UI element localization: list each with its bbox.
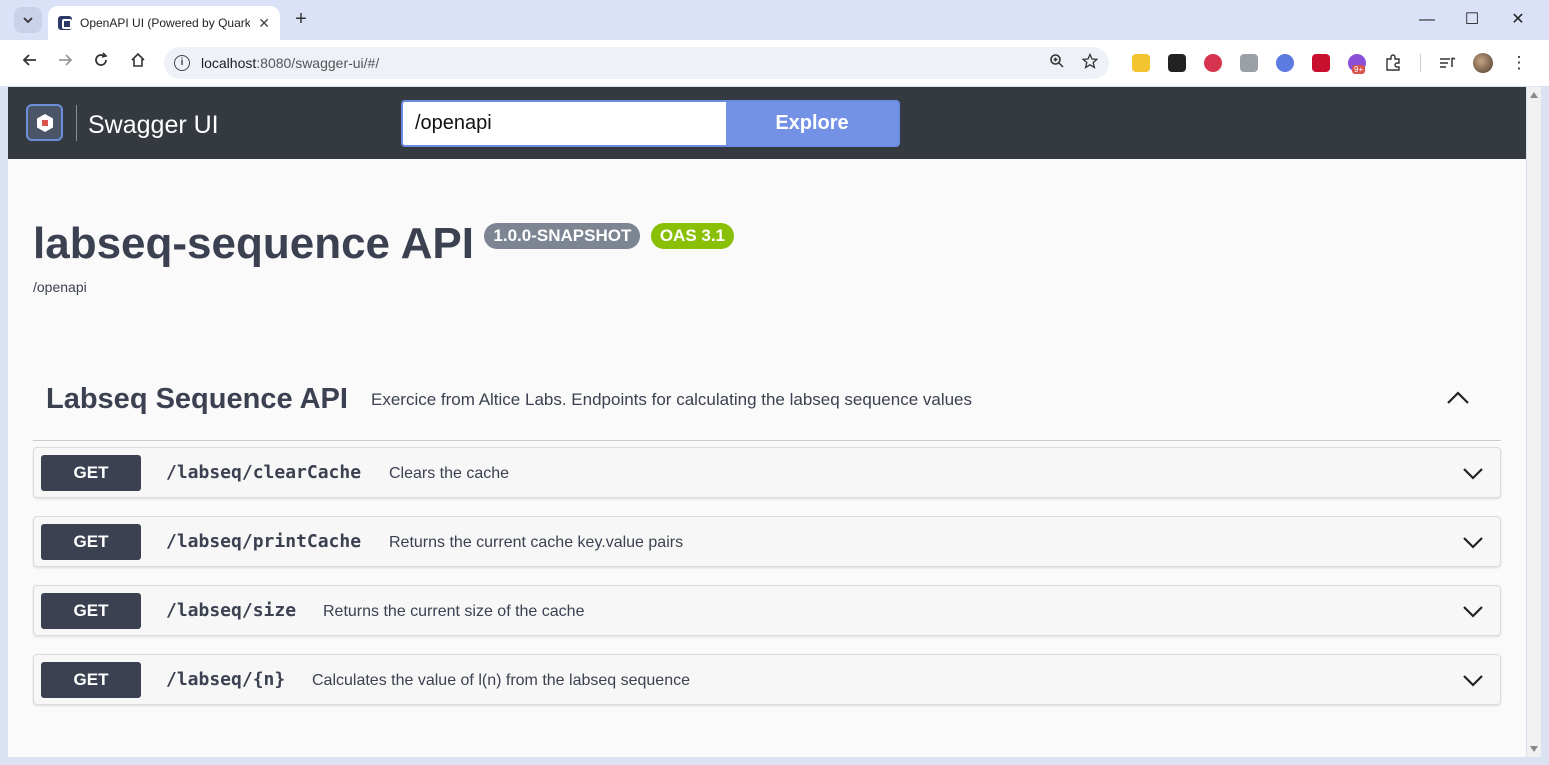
operation-summary: Returns the current size of the cache bbox=[323, 603, 585, 620]
tag-header[interactable]: Labseq Sequence API Exercice from Altice… bbox=[33, 367, 1501, 441]
extension-code-icon[interactable] bbox=[1240, 54, 1258, 72]
extension-badge: 9+ bbox=[1352, 65, 1366, 74]
home-button[interactable] bbox=[125, 50, 151, 76]
logo-divider bbox=[76, 105, 77, 141]
maximize-button[interactable]: ☐ bbox=[1457, 8, 1487, 32]
forward-button[interactable] bbox=[52, 50, 78, 76]
browser-tab[interactable]: OpenAPI UI (Powered by Quarkus) ✕ bbox=[48, 6, 280, 40]
scroll-down-icon[interactable] bbox=[1530, 746, 1538, 752]
home-icon bbox=[131, 52, 145, 67]
tag-name: Labseq Sequence API bbox=[46, 383, 348, 415]
operation-row[interactable]: GET /labseq/{n} Calculates the value of … bbox=[33, 654, 1501, 705]
operation-summary: Returns the current cache key.value pair… bbox=[389, 534, 684, 551]
profile-avatar[interactable] bbox=[1473, 53, 1493, 73]
extension-red-icon[interactable] bbox=[1204, 54, 1222, 72]
swagger-page: Swagger UI Explore labseq-sequence API 1… bbox=[8, 87, 1526, 757]
close-window-button[interactable]: ✕ bbox=[1503, 8, 1533, 32]
tab-title: OpenAPI UI (Powered by Quarkus) bbox=[80, 16, 250, 30]
swagger-topbar: Swagger UI Explore bbox=[8, 87, 1526, 159]
api-title: labseq-sequence API bbox=[33, 219, 474, 268]
browser-toolbar: i localhost:8080/swagger-ui/#/ 9+ ⋮ bbox=[0, 40, 1549, 86]
spec-url-input[interactable] bbox=[403, 102, 726, 145]
chevron-down-icon[interactable] bbox=[1461, 461, 1485, 485]
chevron-down-icon[interactable] bbox=[1461, 599, 1485, 623]
operation-path: /labseq/clearCache bbox=[166, 462, 362, 483]
version-badge: 1.0.0-SNAPSHOT bbox=[484, 223, 641, 249]
tag-description: Exercice from Altice Labs. Endpoints for… bbox=[371, 390, 973, 409]
arrow-right-icon bbox=[59, 54, 73, 66]
address-url: localhost:8080/swagger-ui/#/ bbox=[201, 55, 379, 71]
site-info-icon[interactable]: i bbox=[174, 55, 190, 71]
menu-kebab-icon[interactable]: ⋮ bbox=[1506, 50, 1532, 76]
operation-summary: Calculates the value of l(n) from the la… bbox=[312, 672, 690, 689]
chevron-down-icon bbox=[23, 17, 33, 24]
toolbar-separator bbox=[1420, 54, 1421, 72]
tab-strip: OpenAPI UI (Powered by Quarkus) ✕ + — ☐ … bbox=[0, 0, 1549, 40]
reload-button[interactable] bbox=[88, 50, 114, 76]
api-info: labseq-sequence API 1.0.0-SNAPSHOT OAS 3… bbox=[33, 219, 735, 269]
scroll-up-icon[interactable] bbox=[1530, 92, 1538, 98]
address-bar[interactable]: i localhost:8080/swagger-ui/#/ bbox=[164, 47, 1109, 79]
close-tab-icon[interactable]: ✕ bbox=[258, 15, 270, 32]
extension-dark-icon[interactable] bbox=[1168, 54, 1186, 72]
browser-window: OpenAPI UI (Powered by Quarkus) ✕ + — ☐ … bbox=[0, 0, 1549, 765]
operation-path: /labseq/{n} bbox=[166, 669, 286, 690]
extension-keep-icon[interactable] bbox=[1132, 54, 1150, 72]
operation-row[interactable]: GET /labseq/size Returns the current siz… bbox=[33, 585, 1501, 636]
tab-search-button[interactable] bbox=[14, 7, 42, 33]
chevron-down-icon[interactable] bbox=[1461, 530, 1485, 554]
operation-path: /labseq/size bbox=[166, 600, 297, 621]
method-badge: GET bbox=[41, 455, 141, 491]
method-badge: GET bbox=[41, 524, 141, 560]
extension-m-icon[interactable] bbox=[1312, 54, 1330, 72]
extension-blue-icon[interactable] bbox=[1276, 54, 1294, 72]
chevron-down-icon[interactable] bbox=[1461, 668, 1485, 692]
url-host: localhost bbox=[201, 55, 257, 71]
explore-button[interactable]: Explore bbox=[726, 102, 898, 145]
url-rest: :8080/swagger-ui/#/ bbox=[256, 55, 380, 71]
back-button[interactable] bbox=[17, 50, 43, 76]
swagger-logo-icon[interactable] bbox=[26, 104, 63, 141]
bookmark-star-icon[interactable] bbox=[1081, 52, 1099, 74]
puzzle-icon[interactable] bbox=[1384, 54, 1402, 72]
page-scrollbar[interactable] bbox=[1527, 87, 1541, 757]
new-tab-button[interactable]: + bbox=[290, 8, 312, 30]
method-badge: GET bbox=[41, 662, 141, 698]
explore-form: Explore bbox=[401, 100, 900, 147]
method-badge: GET bbox=[41, 593, 141, 629]
minimize-button[interactable]: — bbox=[1412, 8, 1442, 32]
operation-path: /labseq/printCache bbox=[166, 531, 362, 552]
operation-row[interactable]: GET /labseq/printCache Returns the curre… bbox=[33, 516, 1501, 567]
brand-name: Swagger UI bbox=[88, 111, 219, 139]
zoom-icon[interactable] bbox=[1049, 53, 1065, 74]
base-url-link[interactable]: /openapi bbox=[33, 279, 87, 295]
quarkus-favicon-icon bbox=[58, 16, 72, 30]
oas-badge: OAS 3.1 bbox=[650, 223, 735, 249]
tag-section: Labseq Sequence API Exercice from Altice… bbox=[33, 367, 1501, 705]
reload-icon bbox=[95, 52, 108, 66]
arrow-left-icon bbox=[22, 54, 36, 66]
chevron-up-icon[interactable] bbox=[1445, 385, 1471, 411]
media-icon[interactable] bbox=[1438, 54, 1456, 72]
operation-summary: Clears the cache bbox=[389, 465, 510, 482]
operation-row[interactable]: GET /labseq/clearCache Clears the cache bbox=[33, 447, 1501, 498]
